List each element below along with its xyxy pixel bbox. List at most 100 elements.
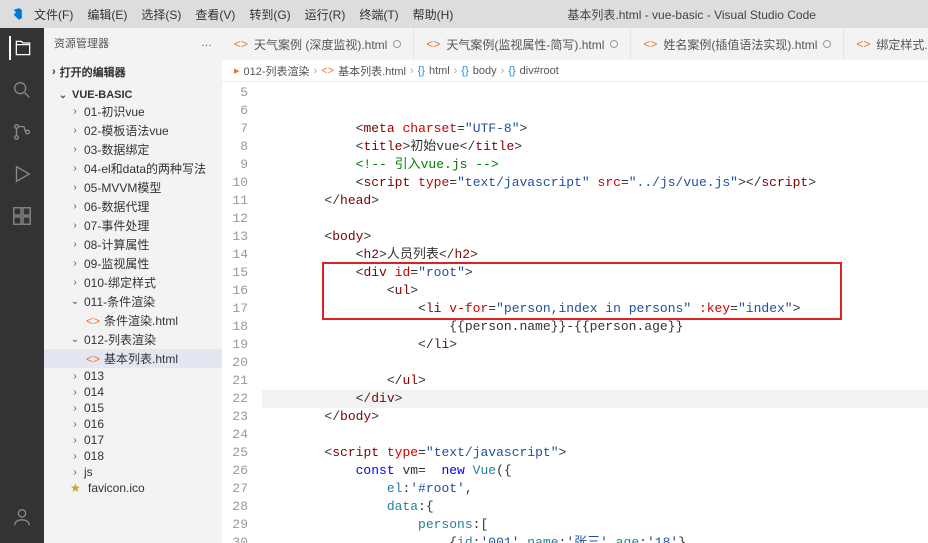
code-line[interactable]: persons:[ <box>262 516 928 534</box>
more-icon[interactable]: … <box>201 37 212 49</box>
folder-item[interactable]: ›03-数据绑定 <box>44 140 222 159</box>
chevron-icon: › <box>70 125 80 136</box>
code-line[interactable]: <body> <box>262 228 928 246</box>
folder-item[interactable]: ⌄011-条件渲染 <box>44 292 222 311</box>
menu-item[interactable]: 转到(G) <box>243 4 296 25</box>
menu-item[interactable]: 查看(V) <box>189 4 241 25</box>
code-line[interactable]: <ul> <box>262 282 928 300</box>
folder-item[interactable]: ›014 <box>44 384 222 400</box>
folder-item[interactable]: ›04-el和data的两种写法 <box>44 159 222 178</box>
line-number: 5 <box>222 84 248 102</box>
code-editor[interactable]: 5678910111213141516171819202122232425262… <box>222 82 928 543</box>
folder-item[interactable]: › 018 <box>44 448 222 464</box>
code-line[interactable]: <script type="text/javascript"> <box>262 444 928 462</box>
account-icon[interactable] <box>10 505 34 529</box>
breadcrumb-item[interactable]: html <box>429 65 450 77</box>
breadcrumb-item[interactable]: body <box>473 65 497 77</box>
folder-item[interactable]: ›010-绑定样式 <box>44 273 222 292</box>
breadcrumb-item[interactable]: 012-列表渲染 <box>244 63 310 79</box>
menu-item[interactable]: 编辑(E) <box>81 4 133 25</box>
code-line[interactable]: </head> <box>262 192 928 210</box>
search-icon[interactable] <box>10 78 34 102</box>
menu-item[interactable]: 终端(T) <box>353 4 404 25</box>
tab-close-icon[interactable] <box>393 40 401 48</box>
line-number: 20 <box>222 354 248 372</box>
code-line[interactable]: </div> <box>262 390 928 408</box>
folder-item[interactable]: ›01-初识vue <box>44 102 222 121</box>
code-line[interactable]: data:{ <box>262 498 928 516</box>
workspace-root[interactable]: ⌄ VUE-BASIC <box>44 88 222 102</box>
code-line[interactable]: {id:'001',name:'张三',age:'18'}, <box>262 534 928 543</box>
code-line[interactable]: <script type="text/javascript" src="../j… <box>262 174 928 192</box>
tab-close-icon[interactable] <box>610 40 618 48</box>
extensions-icon[interactable] <box>10 204 34 228</box>
breadcrumb-item[interactable]: 基本列表.html <box>338 63 406 79</box>
explorer-icon[interactable] <box>9 36 33 60</box>
run-debug-icon[interactable] <box>10 162 34 186</box>
tree-label: 02-模板语法vue <box>84 122 169 139</box>
window-title: 基本列表.html - vue-basic - Visual Studio Co… <box>463 6 920 23</box>
code-line[interactable]: </li> <box>262 336 928 354</box>
file-item[interactable]: ★ favicon.ico <box>44 480 222 496</box>
folder-item[interactable]: ›06-数据代理 <box>44 197 222 216</box>
breadcrumb-item[interactable]: div#root <box>520 65 559 77</box>
code-line[interactable]: <div id="root"> <box>262 264 928 282</box>
folder-item[interactable]: ⌄ 012-列表渲染 <box>44 330 222 349</box>
code-line[interactable]: <meta charset="UTF-8"> <box>262 120 928 138</box>
chevron-icon: ⌄ <box>70 334 80 345</box>
chevron-icon: › <box>70 435 80 446</box>
menu-item[interactable]: 文件(F) <box>28 4 79 25</box>
folder-item[interactable]: › 02-模板语法vue <box>44 121 222 140</box>
chevron-icon: › <box>70 220 80 231</box>
code-line[interactable] <box>262 426 928 444</box>
code-line[interactable]: el:'#root', <box>262 480 928 498</box>
open-editors-section[interactable]: › 打开的编辑器 <box>44 60 222 84</box>
code-line[interactable]: <title>初始vue</title> <box>262 138 928 156</box>
sidebar-title: 资源管理器 <box>54 35 109 51</box>
menu-item[interactable]: 帮助(H) <box>407 4 460 25</box>
code-line[interactable]: <!-- 引入vue.js --> <box>262 156 928 174</box>
folder-item[interactable]: ›013 <box>44 368 222 384</box>
code-line[interactable] <box>262 210 928 228</box>
code-line[interactable]: const vm= new Vue({ <box>262 462 928 480</box>
tree-label: 012-列表渲染 <box>84 331 156 348</box>
tree-label: 018 <box>84 449 104 463</box>
breadcrumb-separator: › <box>454 65 458 77</box>
line-number: 7 <box>222 120 248 138</box>
breadcrumb[interactable]: ▸012-列表渲染›<>基本列表.html›{}html›{}body›{}di… <box>222 60 928 82</box>
folder-item[interactable]: ›016 <box>44 416 222 432</box>
chevron-icon: › <box>70 277 80 288</box>
folder-item[interactable]: ›js <box>44 464 222 480</box>
tree-label: 07-事件处理 <box>84 217 149 234</box>
menu-item[interactable]: 选择(S) <box>135 4 187 25</box>
folder-item[interactable]: ›08-计算属性 <box>44 235 222 254</box>
code-line[interactable]: </ul> <box>262 372 928 390</box>
folder-item[interactable]: ›017 <box>44 432 222 448</box>
tree-label: 09-监视属性 <box>84 255 149 272</box>
code-line[interactable]: {{person.name}}-{{person.age}} <box>262 318 928 336</box>
file-item[interactable]: <>条件渲染.html <box>44 311 222 330</box>
file-item[interactable]: <>基本列表.html <box>44 349 222 368</box>
tab-close-icon[interactable] <box>823 40 831 48</box>
chevron-icon: › <box>70 451 80 462</box>
menu-item[interactable]: 运行(R) <box>299 4 352 25</box>
vscode-logo-icon <box>8 6 24 22</box>
star-icon: ★ <box>70 481 84 495</box>
editor-tab[interactable]: <>天气案例 (深度监视).html <box>222 28 414 60</box>
tree-label: favicon.ico <box>88 481 145 495</box>
editor-tab[interactable]: <>天气案例(监视属性-简写).html <box>414 28 631 60</box>
breadcrumb-icon: <> <box>321 65 334 77</box>
code-line[interactable] <box>262 354 928 372</box>
folder-item[interactable]: › 07-事件处理 <box>44 216 222 235</box>
code-line[interactable]: <h2>人员列表</h2> <box>262 246 928 264</box>
code-line[interactable]: <li v-for="person,index in persons" :key… <box>262 300 928 318</box>
editor-tab[interactable]: <>绑定样式.html <box>844 28 928 60</box>
source-control-icon[interactable] <box>10 120 34 144</box>
folder-item[interactable]: ›09-监视属性 <box>44 254 222 273</box>
code-line[interactable]: </body> <box>262 408 928 426</box>
editor-tab[interactable]: <>姓名案例(插值语法实现).html <box>631 28 844 60</box>
line-number: 21 <box>222 372 248 390</box>
folder-item[interactable]: ›05-MVVM模型 <box>44 178 222 197</box>
folder-item[interactable]: ›015 <box>44 400 222 416</box>
code-content[interactable]: <meta charset="UTF-8"> <title>初始vue</tit… <box>262 82 928 543</box>
